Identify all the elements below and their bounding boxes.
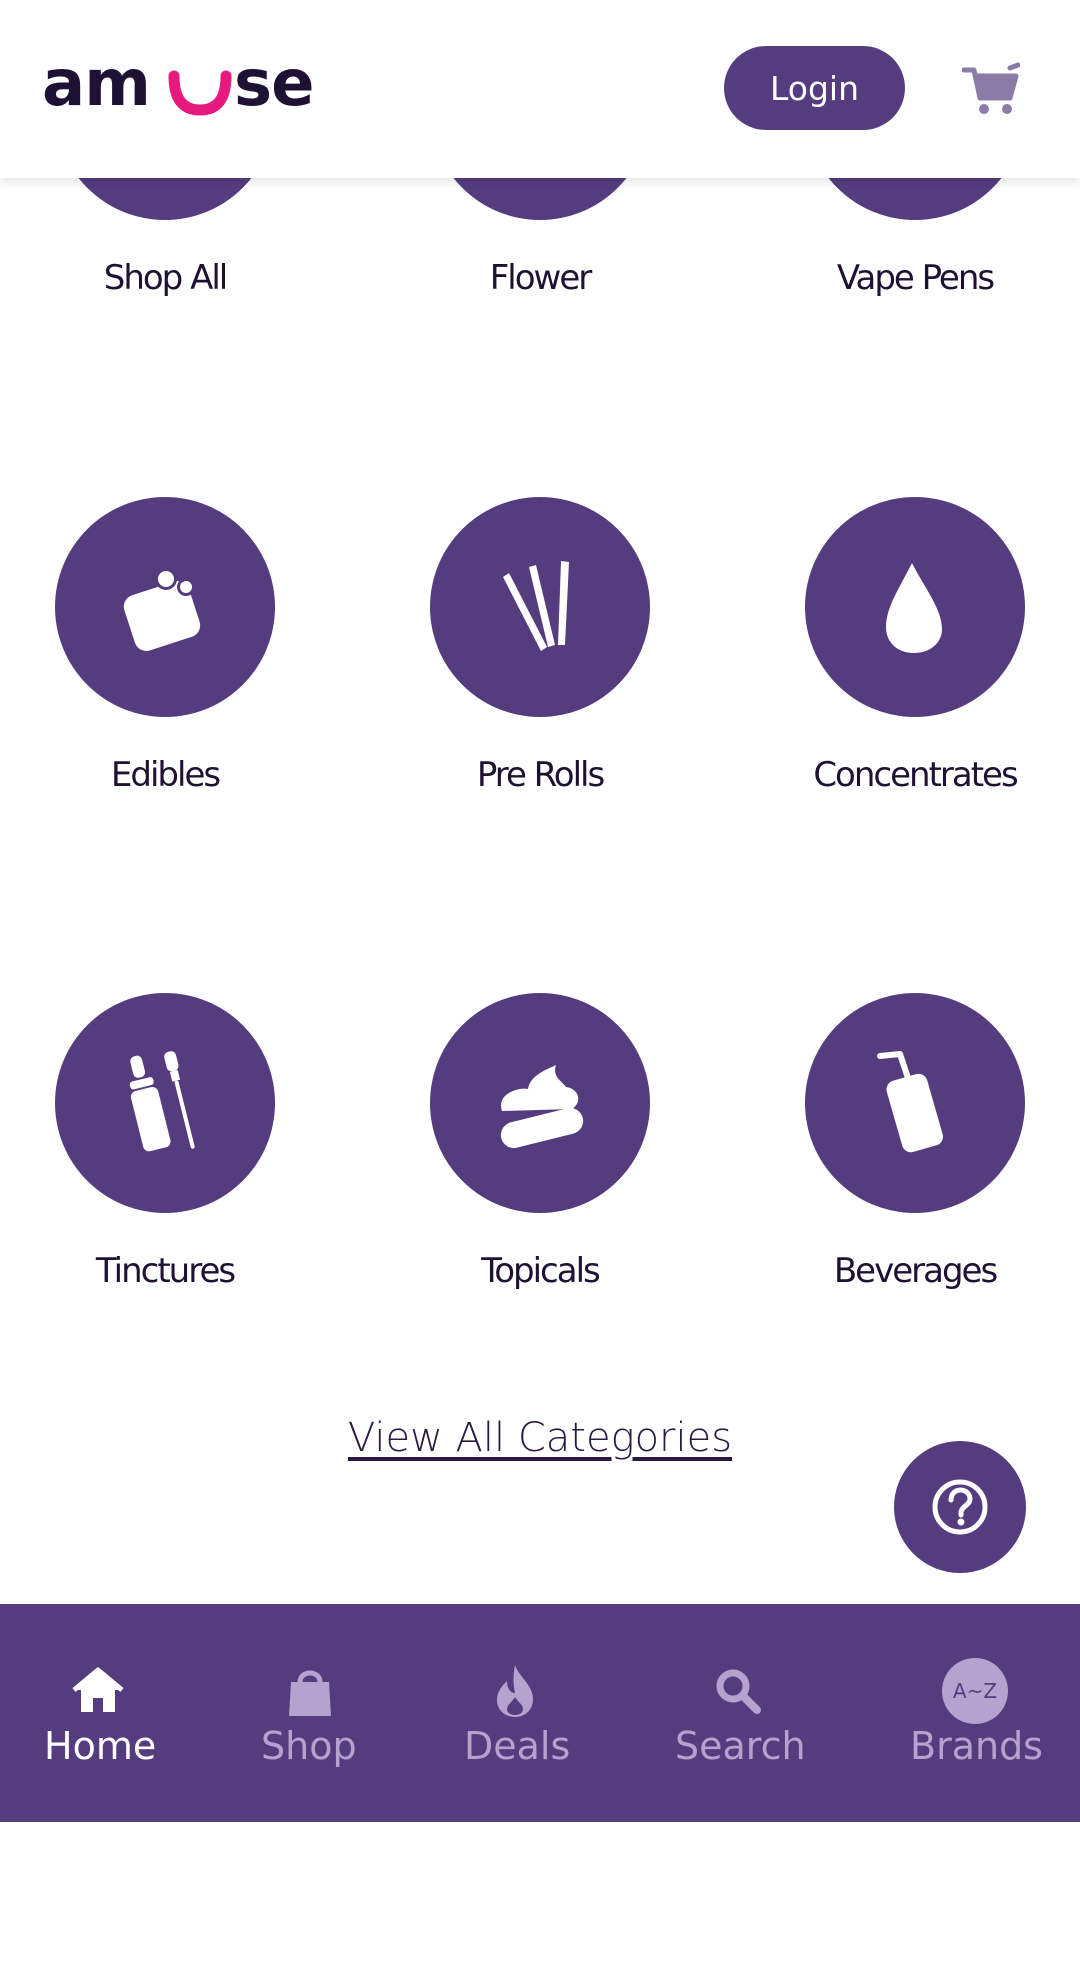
page: am se Login Shop All Flower Vape Pens Ed…	[0, 0, 1080, 1977]
droplet-icon	[886, 563, 942, 653]
edible-gummy-icon	[123, 568, 201, 651]
cream-icon	[500, 1065, 584, 1149]
svg-text:am: am	[42, 48, 150, 118]
nav-item-shop[interactable]: Shop	[255, 1604, 365, 1822]
search-icon	[703, 1658, 773, 1724]
tincture-dropper-icon	[129, 1051, 195, 1152]
category-label: Pre Rolls	[476, 755, 605, 795]
can-with-straw-icon	[877, 1051, 943, 1153]
shopping-bag-icon	[275, 1658, 345, 1724]
category-label: Shop All	[103, 258, 228, 298]
cart-icon[interactable]	[962, 62, 1020, 116]
amuse-logo[interactable]: am se	[42, 48, 322, 118]
category-circle	[805, 497, 1025, 717]
nav-label: Deals	[464, 1724, 571, 1768]
nav-item-home[interactable]: Home	[38, 1604, 158, 1822]
category-circle	[430, 993, 650, 1213]
home-icon	[63, 1658, 133, 1724]
nav-label: Shop	[261, 1724, 357, 1768]
category-label: Beverages	[833, 1251, 998, 1291]
a-z-icon: A~Z	[940, 1658, 1010, 1724]
login-button[interactable]: Login	[724, 46, 905, 130]
nav-label: Brands	[910, 1724, 1043, 1768]
brands-badge: A~Z	[942, 1658, 1008, 1724]
category-label: Edibles	[110, 755, 221, 795]
category-label: Tinctures	[95, 1251, 236, 1291]
category-circle	[430, 497, 650, 717]
bottom-nav: Home Shop Deals Search A~Z Brands	[0, 1604, 1080, 1822]
category-label: Flower	[489, 258, 593, 298]
category-circle	[55, 993, 275, 1213]
question-mark-icon	[932, 1479, 988, 1535]
nav-label: Home	[44, 1724, 157, 1768]
view-all-categories-link[interactable]: View All Categories	[0, 1415, 1080, 1461]
category-label: Vape Pens	[836, 258, 995, 298]
nav-label: Search	[675, 1724, 806, 1768]
help-button[interactable]	[894, 1441, 1026, 1573]
nav-item-search[interactable]: Search	[675, 1604, 806, 1822]
svg-text:se: se	[234, 48, 314, 118]
category-circle	[55, 497, 275, 717]
nav-item-brands[interactable]: A~Z Brands	[910, 1604, 1043, 1822]
category-label: Topicals	[481, 1251, 601, 1291]
flame-icon	[480, 1658, 550, 1724]
category-circle	[805, 993, 1025, 1213]
header: am se Login	[0, 0, 1080, 178]
nav-item-deals[interactable]: Deals	[460, 1604, 570, 1822]
category-label: Concentrates	[813, 755, 1018, 795]
pre-roll-icon	[503, 561, 569, 651]
